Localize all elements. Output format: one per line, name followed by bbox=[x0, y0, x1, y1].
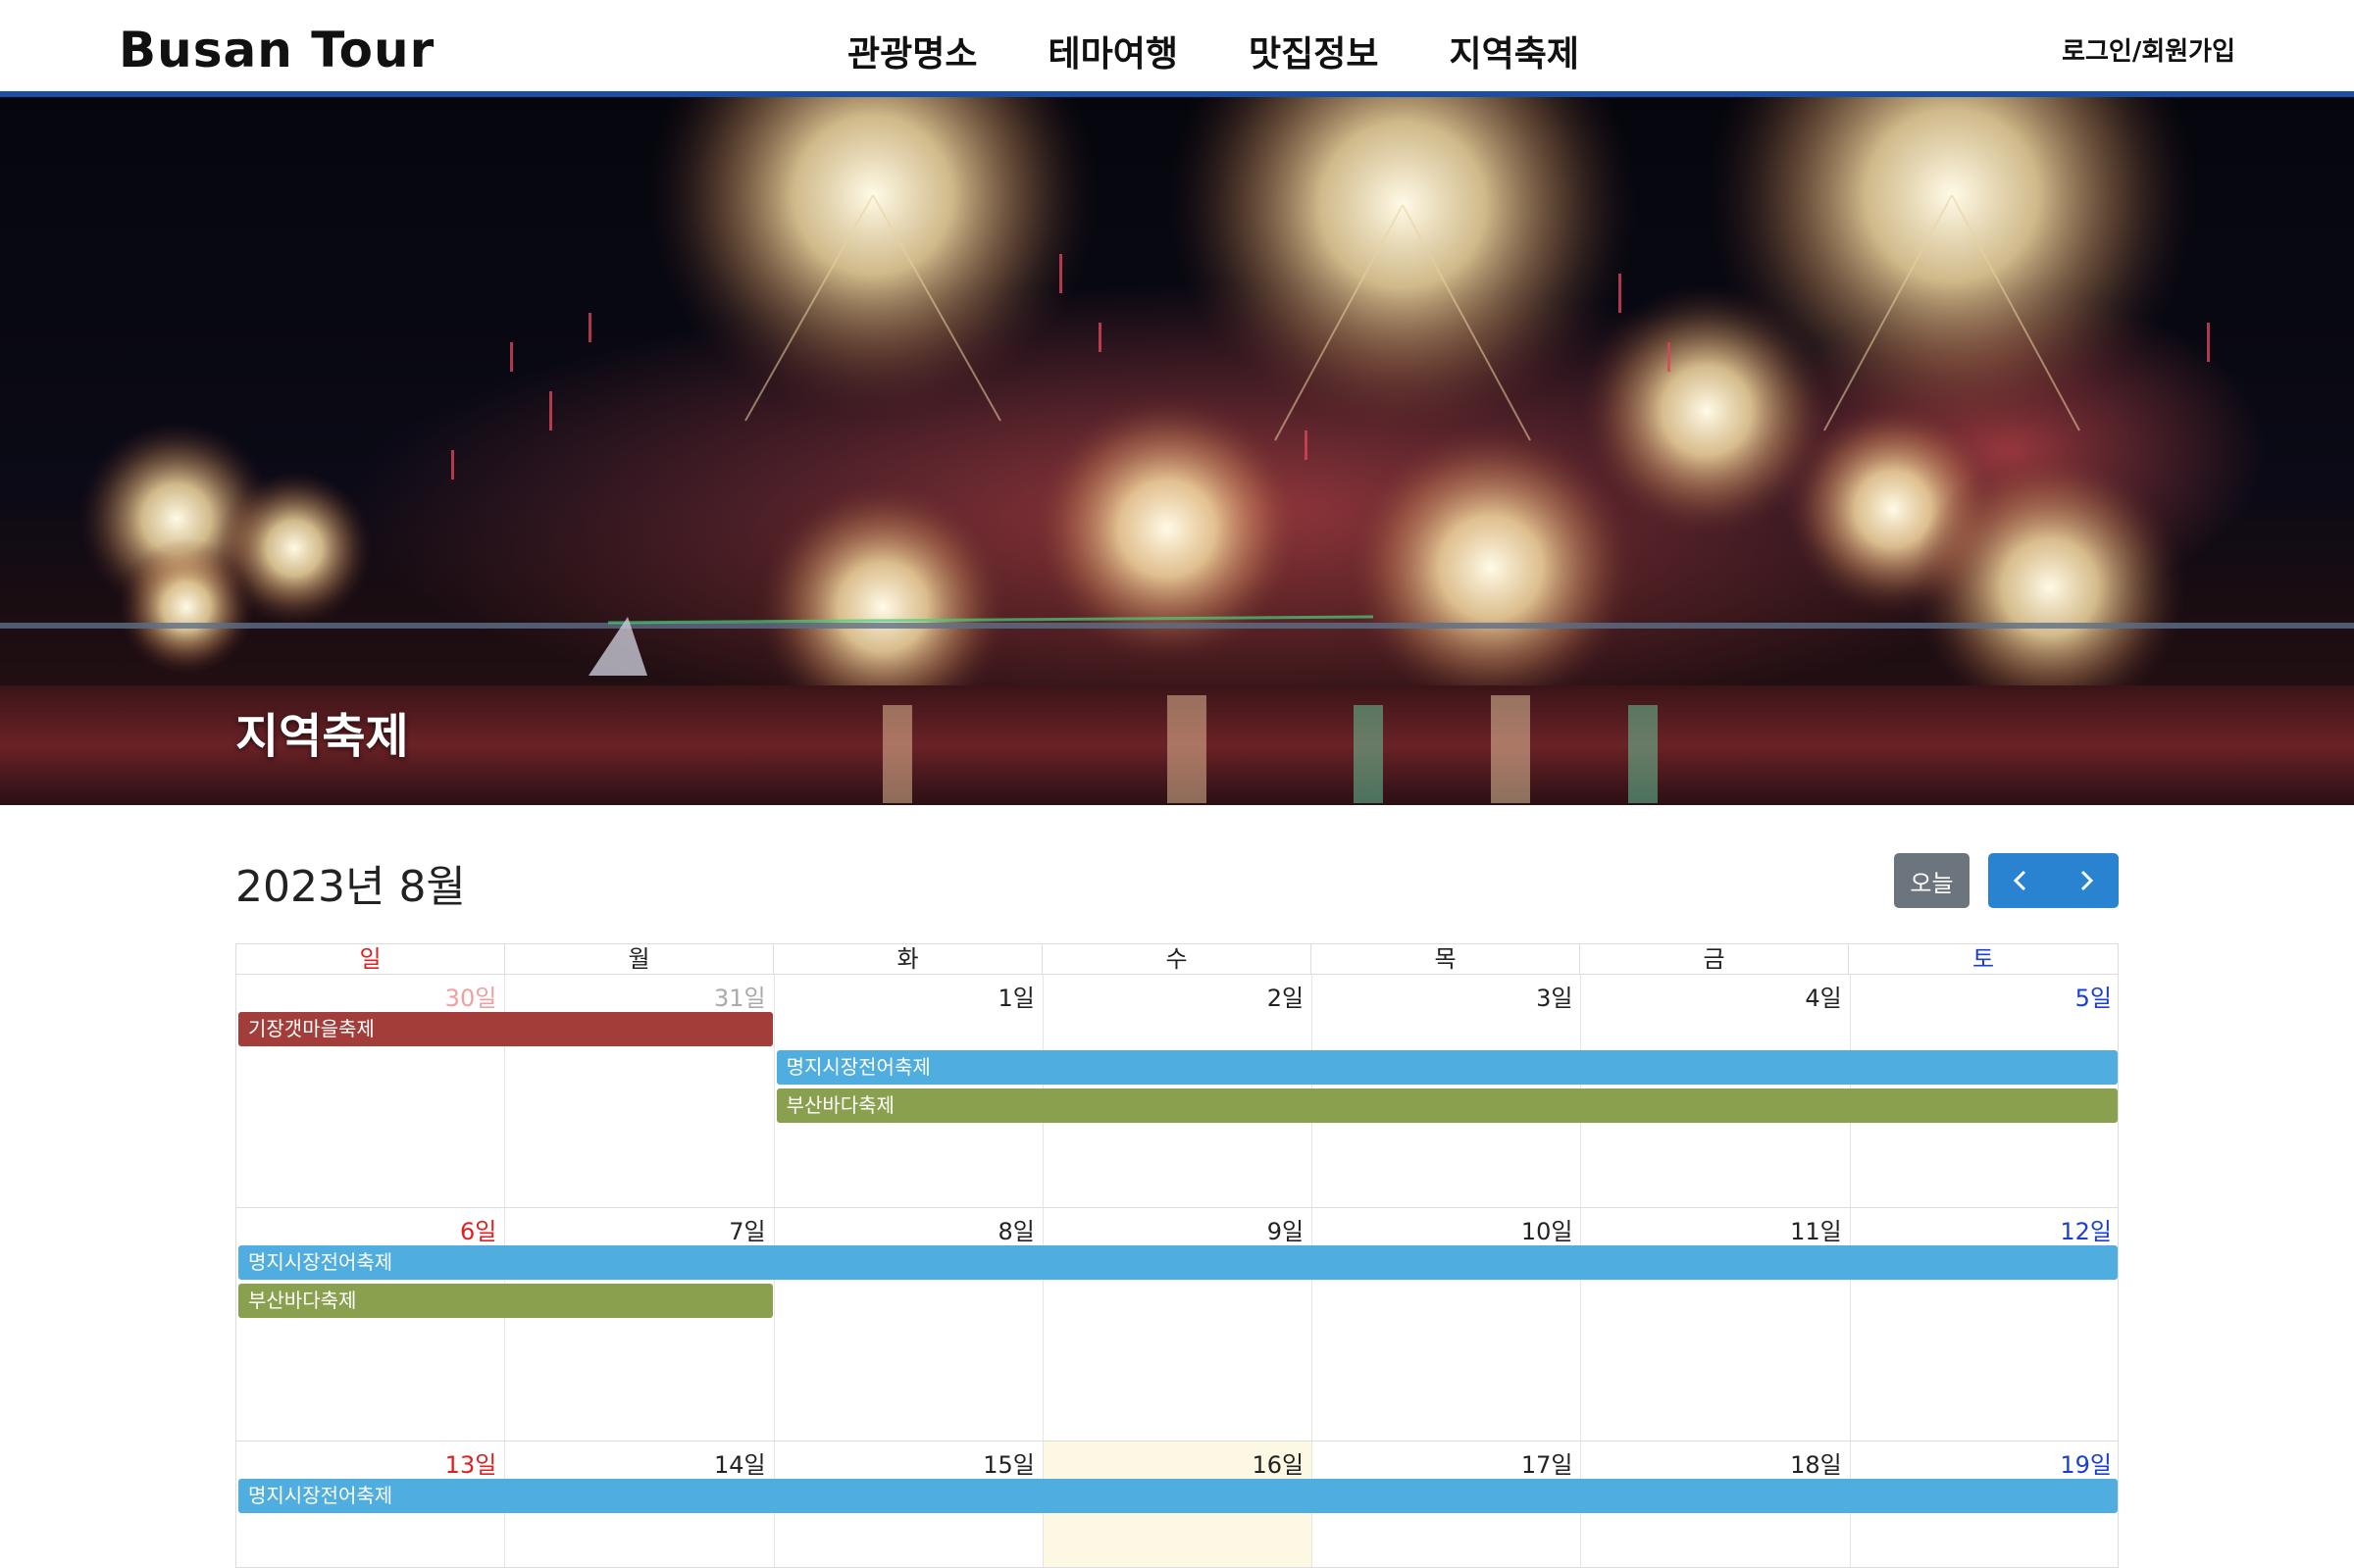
day-number[interactable]: 7일 bbox=[729, 1212, 765, 1246]
day-number[interactable]: 10일 bbox=[1521, 1212, 1573, 1246]
calendar-grid: 일 월 화 수 목 금 토 30일 31일 1일 2일 3일 4일 5일 기장갯마을축제 명지시… bbox=[235, 943, 2119, 1568]
calendar-week: 13일 14일 15일 16일 17일 18일 19일 명지시장전어축제 bbox=[235, 1442, 2119, 1568]
calendar-day-cell[interactable]: 6일 bbox=[236, 1208, 506, 1441]
nav-item-festivals[interactable]: 지역축제 bbox=[1449, 25, 1578, 76]
calendar-day-cell[interactable]: 30일 bbox=[236, 975, 506, 1207]
weekday-sat: 토 bbox=[1971, 945, 1995, 973]
day-number[interactable]: 8일 bbox=[998, 1212, 1035, 1246]
next-month-button[interactable] bbox=[2054, 853, 2120, 908]
login-signup-link[interactable]: 로그인/회원가입 bbox=[2062, 31, 2235, 68]
day-number[interactable]: 17일 bbox=[1521, 1445, 1573, 1480]
hero-title: 지역축제 bbox=[235, 709, 409, 764]
day-number[interactable]: 4일 bbox=[1805, 979, 1841, 1013]
day-number[interactable]: 6일 bbox=[460, 1212, 496, 1246]
festival-event[interactable]: 부산바다축제 bbox=[776, 1088, 2118, 1123]
calendar-nav-buttons bbox=[1988, 853, 2119, 908]
day-number[interactable]: 5일 bbox=[2075, 979, 2112, 1013]
festival-event[interactable]: 명지시장전어축제 bbox=[238, 1245, 2118, 1280]
festival-event[interactable]: 명지시장전어축제 bbox=[776, 1050, 2118, 1085]
day-number[interactable]: 30일 bbox=[445, 979, 497, 1013]
calendar-day-cell[interactable]: 11일 bbox=[1581, 1208, 1851, 1441]
calendar-day-cell[interactable]: 12일 bbox=[1851, 1208, 2120, 1441]
day-number[interactable]: 11일 bbox=[1790, 1212, 1842, 1246]
day-number[interactable]: 13일 bbox=[445, 1445, 497, 1480]
calendar-day-cell[interactable]: 31일 bbox=[505, 975, 775, 1207]
weekday-fri: 금 bbox=[1580, 944, 1849, 974]
hero-banner: 지역축제 bbox=[0, 97, 2354, 805]
calendar-day-cell[interactable]: 9일 bbox=[1044, 1208, 1313, 1441]
festival-event[interactable]: 부산바다축제 bbox=[238, 1284, 773, 1318]
site-header: Busan Tour 관광명소 테마여행 맛집정보 지역축제 로그인/회원가입 bbox=[0, 0, 2354, 97]
nav-item-attractions[interactable]: 관광명소 bbox=[847, 25, 977, 76]
day-number[interactable]: 1일 bbox=[998, 979, 1035, 1013]
day-number[interactable]: 2일 bbox=[1267, 979, 1304, 1013]
day-number[interactable]: 31일 bbox=[714, 979, 766, 1013]
day-number[interactable]: 3일 bbox=[1536, 979, 1572, 1013]
day-number[interactable]: 18일 bbox=[1790, 1445, 1842, 1480]
calendar-day-cell[interactable]: 8일 bbox=[775, 1208, 1044, 1441]
weekday-header: 일 월 화 수 목 금 토 bbox=[235, 943, 2119, 975]
festival-event[interactable]: 명지시장전어축제 bbox=[238, 1479, 2118, 1513]
day-number[interactable]: 9일 bbox=[1267, 1212, 1304, 1246]
calendar-week: 6일 7일 8일 9일 10일 11일 12일 명지시장전어축제부산바다축제 bbox=[235, 1208, 2119, 1442]
site-logo[interactable]: Busan Tour bbox=[119, 22, 435, 78]
calendar-week: 30일 31일 1일 2일 3일 4일 5일기장갯마을축제 명지시장전어축제 부산바다축제 bbox=[235, 975, 2119, 1208]
day-number[interactable]: 14일 bbox=[714, 1445, 766, 1480]
chevron-left-icon bbox=[2014, 870, 2026, 891]
day-number[interactable]: 19일 bbox=[2060, 1445, 2112, 1480]
nav-item-restaurants[interactable]: 맛집정보 bbox=[1249, 25, 1378, 76]
calendar-day-cell[interactable]: 7일 bbox=[505, 1208, 775, 1441]
weekday-sun: 일 bbox=[236, 944, 505, 974]
day-number[interactable]: 16일 bbox=[1253, 1445, 1305, 1480]
nav-item-theme-travel[interactable]: 테마여행 bbox=[1048, 25, 1177, 76]
weekday-wed: 수 bbox=[1043, 944, 1311, 974]
day-number[interactable]: 12일 bbox=[2060, 1212, 2112, 1246]
main-nav: 관광명소 테마여행 맛집정보 지역축제 bbox=[847, 25, 1579, 76]
prev-month-button[interactable] bbox=[1988, 853, 2054, 908]
calendar-title: 2023년 8월 bbox=[235, 862, 466, 912]
weekday-tue: 화 bbox=[774, 944, 1043, 974]
chevron-right-icon bbox=[2080, 870, 2093, 891]
weekday-thu: 목 bbox=[1311, 944, 1580, 974]
day-number[interactable]: 15일 bbox=[983, 1445, 1035, 1480]
calendar-day-cell[interactable]: 10일 bbox=[1312, 1208, 1582, 1441]
today-button[interactable]: 오늘 bbox=[1894, 853, 1970, 908]
weekday-mon: 월 bbox=[505, 944, 774, 974]
festival-event[interactable]: 기장갯마을축제 bbox=[238, 1012, 773, 1046]
